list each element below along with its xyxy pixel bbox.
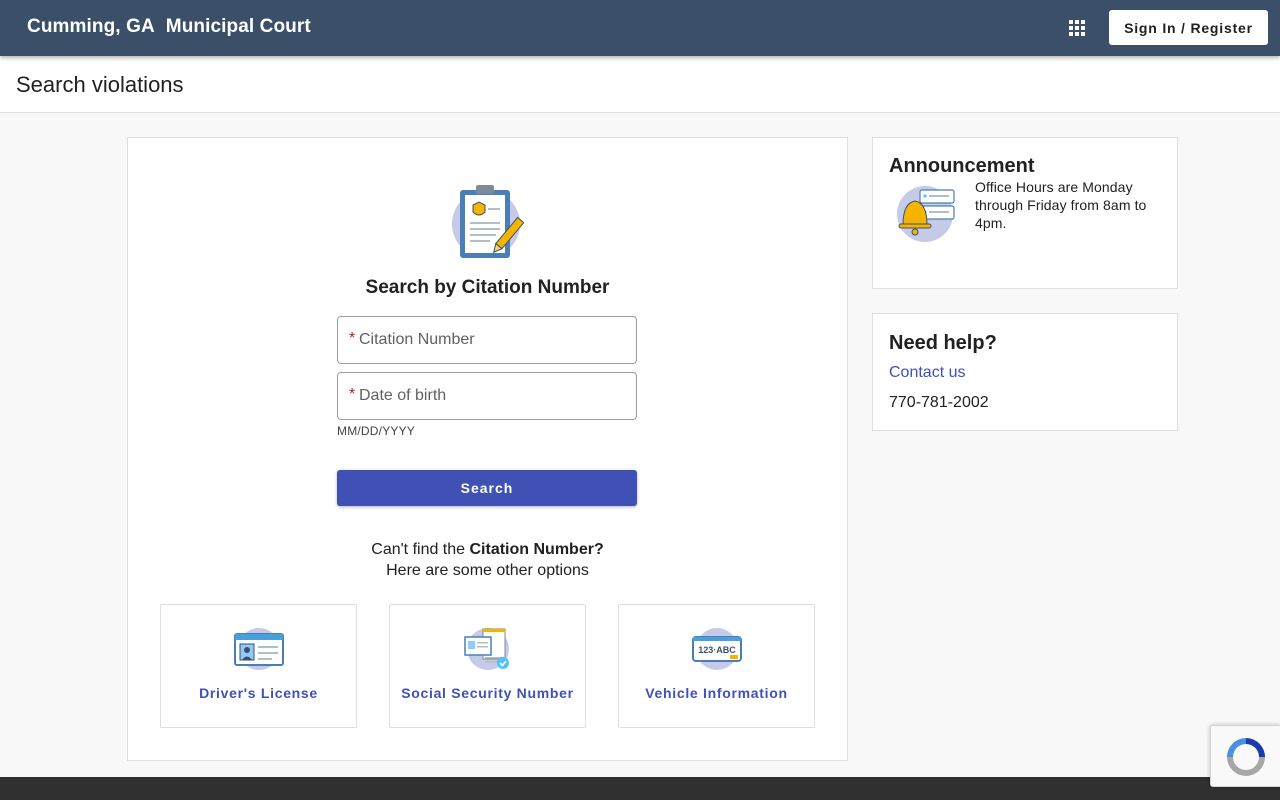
page-header: Search violations <box>0 56 1280 113</box>
date-of-birth-field[interactable]: * <box>337 372 637 420</box>
svg-text:123·ABC: 123·ABC <box>698 645 736 655</box>
page-footer <box>0 777 1280 800</box>
citation-number-field[interactable]: * <box>337 316 637 364</box>
other-options-text: Can't find the Citation Number? Here are… <box>128 539 847 581</box>
other-options-label: Here are some other options <box>386 562 589 579</box>
cant-find-citation: Citation Number? <box>469 541 604 558</box>
option-label: Social Security Number <box>401 685 574 701</box>
citation-number-input[interactable] <box>338 317 636 363</box>
clipboard-badge-pencil-icon <box>452 185 524 258</box>
court-brand[interactable]: Cumming, GA Municipal Court <box>27 16 311 38</box>
ssn-document-icon <box>464 628 509 670</box>
id-card-icon <box>234 628 284 670</box>
court-name: Municipal Court <box>165 16 311 37</box>
grid-icon[interactable] <box>1064 15 1090 41</box>
announcement-text: Office Hours are Monday through Friday f… <box>975 179 1147 231</box>
contact-us-link[interactable]: Contact us <box>889 364 965 382</box>
announcement-title: Announcement <box>889 155 1035 177</box>
top-app-bar: Cumming, GA Municipal Court Sign In / Reg… <box>0 0 1280 56</box>
social-security-number-option[interactable]: Social Security Number <box>389 604 586 728</box>
vehicle-information-option[interactable]: 123·ABC Vehicle Information <box>618 604 815 728</box>
option-label: Driver's License <box>199 685 318 701</box>
city-name: Cumming, GA <box>27 16 155 37</box>
cant-find-prefix: Can't find the <box>371 541 470 558</box>
option-label: Vehicle Information <box>645 685 788 701</box>
phone-number: 770-781-2002 <box>889 394 989 411</box>
recaptcha-badge[interactable] <box>1210 725 1280 787</box>
drivers-license-option[interactable]: Driver's License <box>160 604 357 728</box>
page-title: Search violations <box>16 72 184 97</box>
sign-in-register-button[interactable]: Sign In / Register <box>1109 10 1268 45</box>
search-button[interactable]: Search <box>337 470 637 506</box>
help-card: Need help? Contact us 770-781-2002 <box>872 313 1178 431</box>
search-title: Search by Citation Number <box>365 277 610 298</box>
bell-icon <box>897 186 955 242</box>
search-card: Search by Citation Number * * MM/DD/YYYY… <box>127 137 848 761</box>
recaptcha-icon <box>1227 738 1265 776</box>
date-format-hint: MM/DD/YYYY <box>337 424 416 438</box>
announcement-card: Announcement Office Hours are Monday thr… <box>872 137 1178 289</box>
help-title: Need help? <box>889 332 997 354</box>
license-plate-icon: 123·ABC <box>692 628 742 670</box>
date-of-birth-input[interactable] <box>338 373 636 419</box>
